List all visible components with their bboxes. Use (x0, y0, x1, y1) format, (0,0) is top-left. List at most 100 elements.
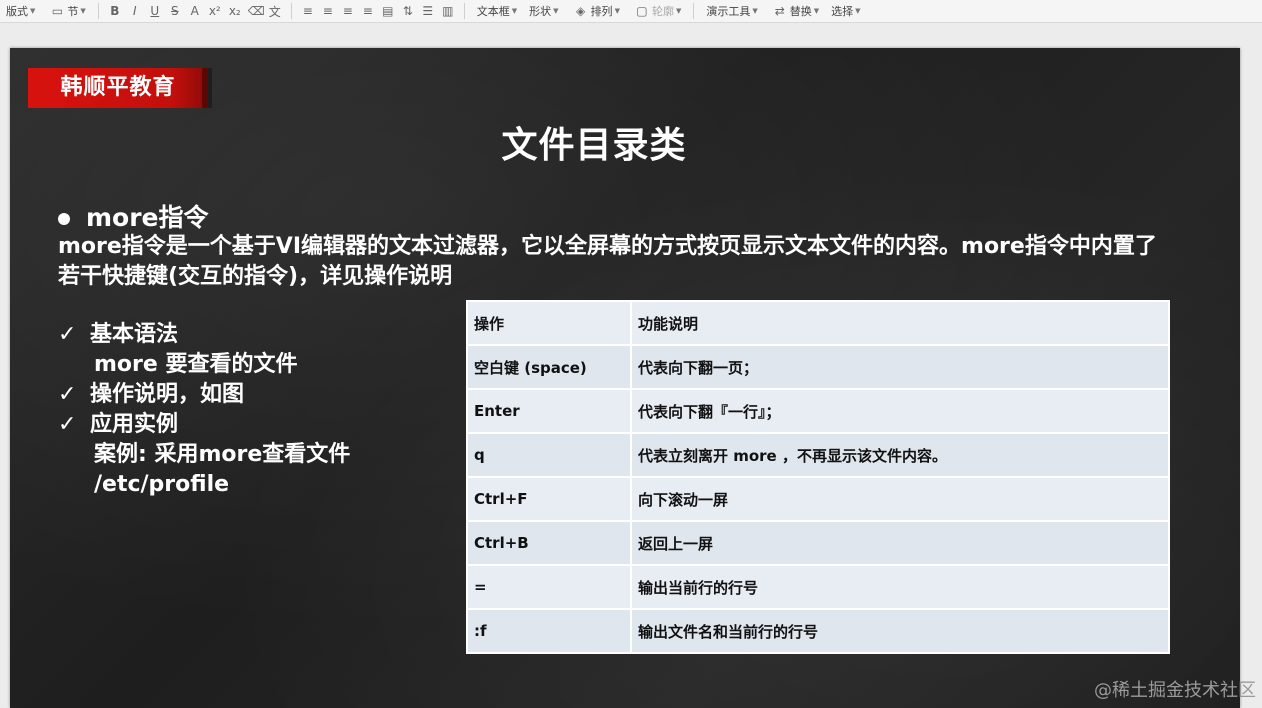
toolbar-divider (693, 3, 695, 19)
table-cell-key: Enter (466, 388, 632, 434)
table-cell-key: :f (466, 608, 632, 654)
shape-label: 形状 (529, 5, 552, 18)
table-cell-key: = (466, 564, 632, 610)
chevron-down-icon: ▼ (813, 7, 820, 15)
outline-label: 轮廓 (651, 5, 674, 18)
chevron-down-icon: ▼ (752, 7, 758, 15)
list-item: ✓ 操作说明，如图 (58, 380, 350, 410)
table-cell-key: Ctrl+F (466, 476, 632, 522)
underline-icon[interactable]: U (148, 4, 162, 18)
align-center-icon[interactable]: ≡ (321, 4, 335, 18)
table-row: = 输出当前行的行号 (466, 564, 1170, 610)
bold-icon[interactable]: B (108, 4, 122, 18)
align-left-icon[interactable]: ≡ (301, 4, 315, 18)
arrange-label: 排列 (590, 5, 613, 18)
table-row: Ctrl+F 向下滚动一屏 (466, 476, 1170, 522)
layout-label: 版式 (6, 5, 28, 18)
list-item-text: 基本语法 (90, 322, 179, 347)
layout-menu[interactable]: 版式 ▼ (0, 0, 41, 22)
chevron-down-icon: ▼ (80, 7, 86, 15)
table-cell-desc: 返回上一屏 (630, 520, 1170, 566)
phonetic-icon[interactable]: 文 (268, 3, 282, 20)
table-cell-desc: 代表立刻离开 more ，不再显示该文件内容。 (630, 432, 1170, 478)
outline-menu[interactable]: ▢ 轮廓 ▼ (626, 0, 687, 22)
list-item-text: 应用实例 (90, 412, 179, 437)
table-cell-desc: 输出当前行的行号 (630, 564, 1170, 610)
list-item: ✓ 应用实例 (58, 410, 350, 440)
table-cell-key: 空白键 (space) (466, 344, 632, 390)
checkmark-icon: ✓ (58, 412, 77, 437)
line-spacing-icon[interactable]: ⇅ (401, 4, 415, 18)
checkmark-icon: ✓ (58, 322, 77, 347)
strikethrough-icon[interactable]: S (168, 4, 182, 18)
arrange-icon: ◈ (575, 4, 586, 18)
shape-menu[interactable]: 形状 ▼ (523, 0, 564, 22)
replace-label: 替换 (789, 5, 812, 18)
table-row: 操作 功能说明 (466, 300, 1170, 346)
toolbar-divider (97, 3, 99, 19)
bullets-icon[interactable]: ☰ (421, 4, 435, 18)
section-menu[interactable]: ▭ 节 ▼ (41, 0, 91, 22)
list-item-text: 案例: 采用more查看文件 (94, 442, 351, 467)
replace-menu[interactable]: ⇄ 替换 ▼ (764, 0, 825, 22)
chevron-down-icon: ▼ (614, 7, 620, 15)
italic-icon[interactable]: I (128, 4, 142, 18)
table-row: :f 输出文件名和当前行的行号 (466, 608, 1170, 654)
slide-title: 文件目录类 (501, 125, 687, 166)
outline-icon: ▢ (636, 4, 648, 18)
toolbar-divider (290, 3, 292, 19)
columns-icon[interactable]: ▥ (441, 4, 455, 18)
table-cell-key: Ctrl+B (466, 520, 632, 566)
table-cell-desc: 输出文件名和当前行的行号 (630, 608, 1170, 654)
toolbar-divider (463, 3, 465, 19)
table-cell-desc: 向下滚动一屏 (630, 476, 1170, 522)
table-row: Ctrl+B 返回上一屏 (466, 520, 1170, 566)
arrange-menu[interactable]: ◈ 排列 ▼ (565, 0, 626, 22)
section-label: 节 (67, 5, 79, 18)
textbox-label: 文本框 (476, 5, 510, 18)
present-tools-menu[interactable]: 演示工具 ▼ (700, 0, 763, 22)
heading-text: more指令 (86, 203, 209, 232)
clear-format-icon[interactable]: ⌫ (248, 4, 265, 18)
distribute-icon[interactable]: ▤ (381, 4, 395, 18)
chevron-down-icon: ▼ (511, 7, 518, 15)
list-item: /etc/profile (58, 470, 350, 500)
table-row: Enter 代表向下翻『一行』； (466, 388, 1170, 434)
section-heading: more指令 (58, 198, 209, 234)
table-cell-desc: 代表向下翻『一行』； (630, 388, 1170, 434)
bullet-dot-icon (58, 213, 70, 225)
list-item: more 要查看的文件 (58, 350, 350, 380)
section-icon: ▭ (51, 4, 64, 18)
replace-icon: ⇄ (774, 4, 785, 18)
present-tools-label: 演示工具 (706, 5, 751, 18)
table-cell-key: 操作 (466, 300, 632, 346)
superscript-icon[interactable]: x² (208, 4, 222, 18)
subscript-icon[interactable]: x₂ (228, 4, 242, 18)
select-menu[interactable]: 选择 ▼ (825, 0, 866, 22)
font-color-icon[interactable]: A (188, 4, 202, 18)
table-cell-desc: 代表向下翻一页； (630, 344, 1170, 390)
checkmark-icon: ✓ (58, 382, 77, 407)
textbox-menu[interactable]: 文本框 ▼ (471, 0, 523, 22)
shortcut-table: 操作 功能说明 空白键 (space) 代表向下翻一页； Enter 代表向下翻『一行… (466, 300, 1170, 654)
description-text: more指令是一个基于VI编辑器的文本过滤器，它以全屏幕的方式按页显示文本文件的… (58, 234, 1157, 289)
chevron-down-icon: ▼ (30, 7, 36, 15)
justify-icon[interactable]: ≡ (361, 4, 375, 18)
table-cell-key: q (466, 432, 632, 478)
list-item: 案例: 采用more查看文件 (58, 440, 350, 470)
list-item: ✓ 基本语法 (58, 320, 350, 350)
logo-shadow (202, 68, 212, 108)
select-label: 选择 (831, 5, 854, 18)
feature-list: ✓ 基本语法 more 要查看的文件 ✓ 操作说明，如图 ✓ 应用实例 案例: 采用m… (58, 320, 350, 500)
list-item-text: 操作说明，如图 (90, 382, 245, 407)
chevron-down-icon: ▼ (675, 7, 682, 15)
chevron-down-icon: ▼ (553, 7, 559, 15)
toolbar: 版式 ▼ ▭ 节 ▼ B I U S A x² x₂ ⌫ 文 ≡ ≡ ≡ ≡ ▤ ⇅ … (0, 0, 1262, 23)
align-right-icon[interactable]: ≡ (341, 4, 355, 18)
table-row: 空白键 (space) 代表向下翻一页； (466, 344, 1170, 390)
slide-canvas[interactable]: 韩顺平教育 文件目录类 more指令 more指令是一个基于VI编辑器的文本过滤… (10, 48, 1240, 708)
watermark: @稀土掘金技术社区 (1094, 680, 1256, 701)
table-cell-desc: 功能说明 (630, 300, 1170, 346)
list-item-text: /etc/profile (94, 472, 230, 497)
brand-logo: 韩顺平教育 (28, 68, 208, 108)
